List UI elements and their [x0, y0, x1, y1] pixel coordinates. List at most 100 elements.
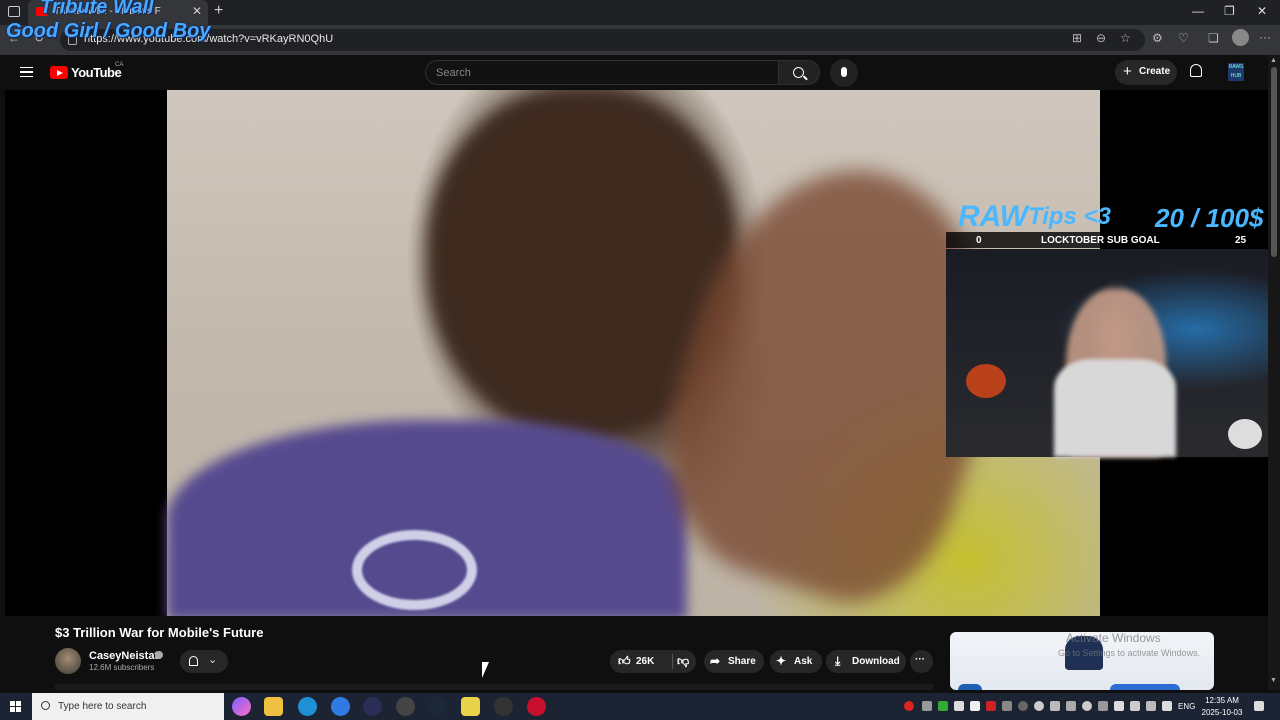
notifications-center-icon[interactable] — [1254, 701, 1264, 711]
profile-icon[interactable] — [1232, 29, 1249, 46]
volume-icon[interactable] — [1162, 701, 1172, 711]
windows-start-icon[interactable] — [10, 701, 22, 713]
voice-search-button[interactable] — [830, 59, 858, 87]
page-scrollbar[interactable]: ▲ ▼ — [1268, 55, 1280, 690]
app-icon-3[interactable] — [527, 697, 546, 716]
network-icon[interactable] — [1146, 701, 1156, 711]
thumbs-up-icon[interactable]: 👍︎ — [618, 654, 631, 669]
share-label: Share — [728, 656, 756, 667]
create-button[interactable]: + Create — [1115, 60, 1177, 85]
youtube-logo-icon[interactable] — [50, 66, 68, 79]
ask-label: Ask — [794, 656, 813, 667]
search-button[interactable] — [778, 60, 820, 85]
like-dislike-group: 👍︎ 26K 👎︎ — [610, 650, 696, 673]
settings-icon[interactable] — [396, 697, 415, 716]
tray-icon-11[interactable] — [1082, 701, 1092, 711]
file-explorer-icon[interactable] — [264, 697, 283, 716]
plus-icon: + — [1123, 63, 1132, 80]
bell-icon — [189, 656, 198, 666]
edge-icon[interactable] — [298, 697, 317, 716]
microphone-tray-icon[interactable] — [1114, 701, 1124, 711]
minimize-icon[interactable]: — — [1192, 4, 1204, 18]
new-tab-button[interactable]: + — [214, 2, 223, 20]
chevron-down-icon: ⌄ — [208, 654, 218, 666]
clock-date: 2025-10-03 — [1201, 708, 1243, 717]
like-count[interactable]: 26K — [636, 656, 654, 667]
goal-label: LOCKTOBER SUB GOAL — [1041, 235, 1160, 246]
goal-end: 25 — [1235, 235, 1247, 246]
tray-icon-9[interactable] — [1050, 701, 1060, 711]
sticky-notes-icon[interactable] — [461, 697, 480, 716]
scroll-up-icon[interactable]: ▲ — [1270, 57, 1277, 64]
app-available-icon[interactable]: ⊞ — [1072, 31, 1082, 45]
tray-icon-10[interactable] — [1066, 701, 1076, 711]
thumbs-down-icon[interactable]: 👎︎ — [677, 654, 689, 669]
language-indicator[interactable]: ENG — [1178, 702, 1195, 711]
scroll-down-icon[interactable]: ▼ — [1270, 677, 1277, 684]
scrollbar-thumb[interactable] — [1271, 67, 1277, 257]
comments-divider — [55, 684, 933, 690]
subscriber-count: 12.6M subscribers — [89, 663, 155, 672]
goal-start: 0 — [976, 235, 982, 246]
browser-menu-icon[interactable]: ··· — [1259, 30, 1271, 44]
video-title: $3 Trillion War for Mobile's Future — [55, 625, 264, 640]
copilot-icon[interactable] — [232, 697, 251, 716]
search-icon — [41, 701, 50, 710]
ad-cta-button[interactable] — [1110, 684, 1180, 690]
taskbar-search-placeholder: Type here to search — [58, 701, 147, 712]
steam-icon[interactable] — [428, 697, 447, 716]
tray-icon-1[interactable] — [922, 701, 932, 711]
download-button[interactable]: ⤓ Download — [826, 650, 906, 673]
youtube-header: YouTube CA Search + Create RAWS HUB — [0, 55, 1268, 90]
search-placeholder: Search — [436, 67, 471, 79]
more-actions-button[interactable]: ··· — [910, 650, 933, 673]
tray-record-icon[interactable] — [904, 701, 914, 711]
notifications-icon[interactable] — [1190, 64, 1202, 77]
subscription-bell-button[interactable]: ⌄ — [180, 650, 228, 673]
app-icon-2[interactable] — [363, 697, 382, 716]
zoom-icon[interactable]: ⊖ — [1096, 31, 1106, 45]
ad-logo — [958, 684, 982, 690]
account-avatar[interactable]: RAWS HUB — [1228, 63, 1244, 81]
tray-icon-5[interactable] — [986, 701, 996, 711]
youtube-logo-text[interactable]: YouTube — [71, 65, 122, 80]
battery-icon[interactable] — [1130, 701, 1140, 711]
favorite-star-icon[interactable]: ☆ — [1120, 31, 1131, 45]
microphone-icon — [841, 67, 847, 77]
share-button[interactable]: ➦ Share — [704, 650, 764, 673]
url-field[interactable]: https://www.youtube.com/watch?v=vRKayRN0… — [60, 29, 1145, 51]
mouse-cursor — [482, 662, 489, 678]
maximize-icon[interactable]: ❐ — [1224, 4, 1235, 18]
tab-close-icon[interactable]: ✕ — [192, 4, 202, 18]
channel-name[interactable]: CaseyNeistat — [89, 650, 158, 662]
search-input[interactable]: Search — [425, 60, 779, 85]
tray-icon-4[interactable] — [970, 701, 980, 711]
sparkle-icon: ✦ — [776, 654, 787, 668]
tips-label: Tips <3 — [1028, 203, 1111, 230]
download-icon: ⤓ — [835, 654, 841, 668]
tray-icon-7[interactable] — [1018, 701, 1028, 711]
tray-icon-6[interactable] — [1002, 701, 1012, 711]
webcam-overlay — [946, 249, 1280, 457]
browser-essentials-icon[interactable]: ♡ — [1178, 31, 1189, 45]
windows-taskbar: Type here to search ENG 12:35 AM 2025-10… — [0, 693, 1280, 720]
clock-time: 12:35 AM — [1205, 696, 1239, 705]
taskbar-search-input[interactable]: Type here to search — [32, 693, 224, 720]
tray-icon-8[interactable] — [1034, 701, 1044, 711]
ask-button[interactable]: ✦ Ask — [770, 650, 822, 673]
sub-goal-bar: 0 LOCKTOBER SUB GOAL 25 — [946, 232, 1268, 248]
tab-actions-icon[interactable] — [8, 6, 20, 17]
channel-avatar[interactable] — [55, 648, 81, 674]
overlay-good-girl: Good Girl / Good Boy — [6, 20, 211, 42]
obs-icon[interactable] — [494, 697, 513, 716]
collections-icon[interactable]: ❏ — [1208, 31, 1219, 45]
pumpkin-decoration — [966, 364, 1006, 398]
tray-icon-2[interactable] — [938, 701, 948, 711]
system-clock[interactable]: 12:35 AM 2025-10-03 — [1200, 695, 1244, 719]
extensions-icon[interactable]: ⚙ — [1152, 31, 1163, 45]
window-close-icon[interactable]: ✕ — [1257, 4, 1267, 18]
app-icon[interactable] — [331, 697, 350, 716]
tray-icon-12[interactable] — [1098, 701, 1108, 711]
tray-icon-3[interactable] — [954, 701, 964, 711]
menu-icon[interactable] — [20, 67, 33, 77]
